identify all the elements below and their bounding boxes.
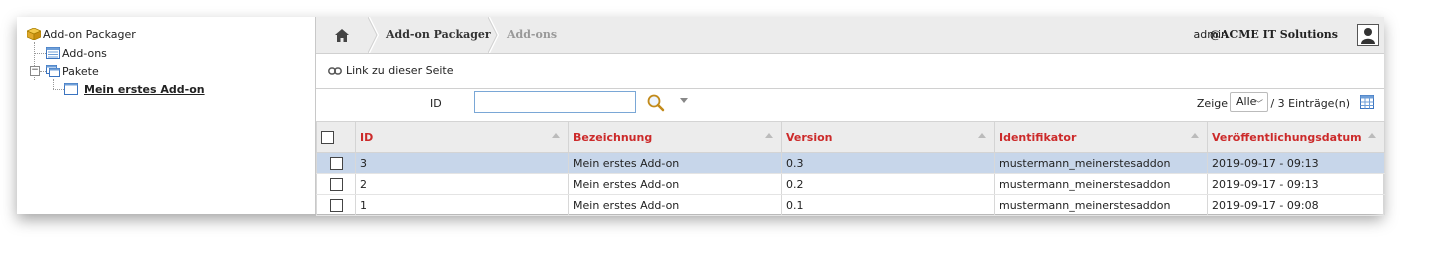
column-header-datum[interactable]: Veröffentlichungsdatum <box>1207 121 1385 153</box>
cell-id: 3 <box>355 152 569 174</box>
link-icon <box>328 67 342 75</box>
column-header-id[interactable]: ID <box>355 121 569 153</box>
table-row[interactable]: 1 Mein erstes Add-on 0.1 mustermann_mein… <box>316 194 1385 216</box>
row-select-cell <box>316 173 356 195</box>
breadcrumb-separator-icon <box>368 17 380 53</box>
breadcrumb-item-addons[interactable]: Add-ons <box>507 17 557 53</box>
cell-id: 2 <box>355 173 569 195</box>
row-checkbox[interactable] <box>329 177 343 191</box>
breadcrumb-separator-icon <box>488 17 500 53</box>
tree-pakete-label: Pakete <box>62 65 99 78</box>
tree-node-addons[interactable]: Add-ons <box>46 46 107 62</box>
sort-icon <box>552 133 560 138</box>
column-label: Identifikator <box>999 130 1077 144</box>
user-avatar-icon <box>1358 25 1378 45</box>
home-icon <box>335 28 349 42</box>
search-icon[interactable] <box>646 93 666 113</box>
row-checkbox[interactable] <box>329 156 343 170</box>
sort-icon <box>978 133 986 138</box>
select-all-checkbox[interactable] <box>321 130 334 144</box>
tree-connector <box>53 89 64 90</box>
column-label: Bezeichnung <box>573 130 653 144</box>
tree-connector <box>34 53 46 54</box>
cell-version: 0.3 <box>781 152 995 174</box>
column-header-identifikator[interactable]: Identifikator <box>994 121 1208 153</box>
link-bar: Link zu dieser Seite <box>316 54 1384 89</box>
windows-icon <box>46 65 60 77</box>
cell-identifikator: mustermann_meinerstesaddon <box>994 194 1208 216</box>
table-settings-icon[interactable] <box>1360 95 1374 109</box>
avatar[interactable] <box>1357 24 1379 46</box>
breadcrumb-item-addon-packager[interactable]: Add-on Packager <box>386 17 491 53</box>
filter-options-chevron-down-icon[interactable] <box>680 98 688 103</box>
show-label: Zeige <box>1196 97 1228 110</box>
tree-addons-label: Add-ons <box>62 47 107 60</box>
id-filter-label: ID <box>430 97 442 110</box>
cell-datum: 2019-09-17 - 09:13 <box>1207 173 1385 195</box>
navigation-tree: Add-on Packager Add-ons − Pakete Mein er… <box>17 17 315 214</box>
column-label: Version <box>786 130 833 144</box>
table-header-row: ID Bezeichnung Version Identifikator Ver… <box>316 121 1385 153</box>
breadcrumb: Add-on Packager Add-ons admin @ACME IT S… <box>316 17 1384 54</box>
cell-bezeichnung: Mein erstes Add-on <box>568 173 782 195</box>
sort-icon <box>1368 133 1376 138</box>
column-label: Veröffentlichungsdatum <box>1212 130 1362 144</box>
cell-bezeichnung: Mein erstes Add-on <box>568 152 782 174</box>
column-header-version[interactable]: Version <box>781 121 995 153</box>
filter-bar: ID Zeige Alle ﹀ / 3 Einträge(n) <box>316 89 1384 121</box>
entry-count: / 3 Einträge(n) <box>1270 97 1350 110</box>
main-panel: Add-on Packager Add-ons admin @ACME IT S… <box>315 17 1385 216</box>
package-icon <box>27 28 41 40</box>
cell-identifikator: mustermann_meinerstesaddon <box>994 173 1208 195</box>
tree-node-mein-erstes-addon[interactable]: Mein erstes Add-on <box>64 82 205 98</box>
column-label: ID <box>360 130 374 144</box>
page-size-select[interactable]: Alle ﹀ <box>1230 92 1268 112</box>
cell-bezeichnung: Mein erstes Add-on <box>568 194 782 216</box>
window-icon <box>64 83 78 95</box>
company-name[interactable]: @ACME IT Solutions <box>1210 17 1338 53</box>
cell-version: 0.1 <box>781 194 995 216</box>
cell-identifikator: mustermann_meinerstesaddon <box>994 152 1208 174</box>
cell-datum: 2019-09-17 - 09:13 <box>1207 152 1385 174</box>
row-select-cell <box>316 194 356 216</box>
table-row[interactable]: 2 Mein erstes Add-on 0.2 mustermann_mein… <box>316 173 1385 195</box>
tree-node-root[interactable]: Add-on Packager <box>27 27 136 43</box>
home-button[interactable] <box>316 17 368 53</box>
cell-datum: 2019-09-17 - 09:08 <box>1207 194 1385 216</box>
select-all-header <box>316 121 356 153</box>
cell-version: 0.2 <box>781 173 995 195</box>
sort-icon <box>1191 133 1199 138</box>
sort-icon <box>765 133 773 138</box>
table-row[interactable]: 3 Mein erstes Add-on 0.3 mustermann_mein… <box>316 152 1385 174</box>
column-header-bezeichnung[interactable]: Bezeichnung <box>568 121 782 153</box>
cell-id: 1 <box>355 194 569 216</box>
row-checkbox[interactable] <box>329 198 343 212</box>
page-link[interactable]: Link zu dieser Seite <box>346 54 453 88</box>
addons-table: ID Bezeichnung Version Identifikator Ver… <box>316 121 1385 216</box>
row-select-cell <box>316 152 356 174</box>
app-window: Add-on Packager Add-ons − Pakete Mein er… <box>17 17 1385 216</box>
id-filter-input[interactable] <box>474 91 636 113</box>
tree-node-pakete[interactable]: Pakete <box>46 64 99 80</box>
tree-connector <box>53 79 54 89</box>
tree-root-label: Add-on Packager <box>43 28 136 41</box>
chevron-down-icon: ﹀ <box>1253 100 1263 110</box>
list-icon <box>46 47 60 59</box>
collapse-icon[interactable]: − <box>30 66 40 76</box>
tree-selected-label: Mein erstes Add-on <box>84 83 205 96</box>
